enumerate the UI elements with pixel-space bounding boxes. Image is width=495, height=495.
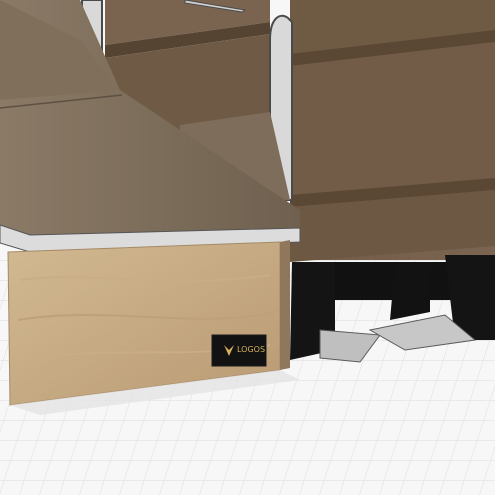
cad-render: LOGOS xyxy=(0,0,495,495)
scene-canvas: LOGOS xyxy=(0,0,495,495)
logos-badge: LOGOS xyxy=(211,334,267,367)
logo-text: LOGOS xyxy=(237,345,265,354)
